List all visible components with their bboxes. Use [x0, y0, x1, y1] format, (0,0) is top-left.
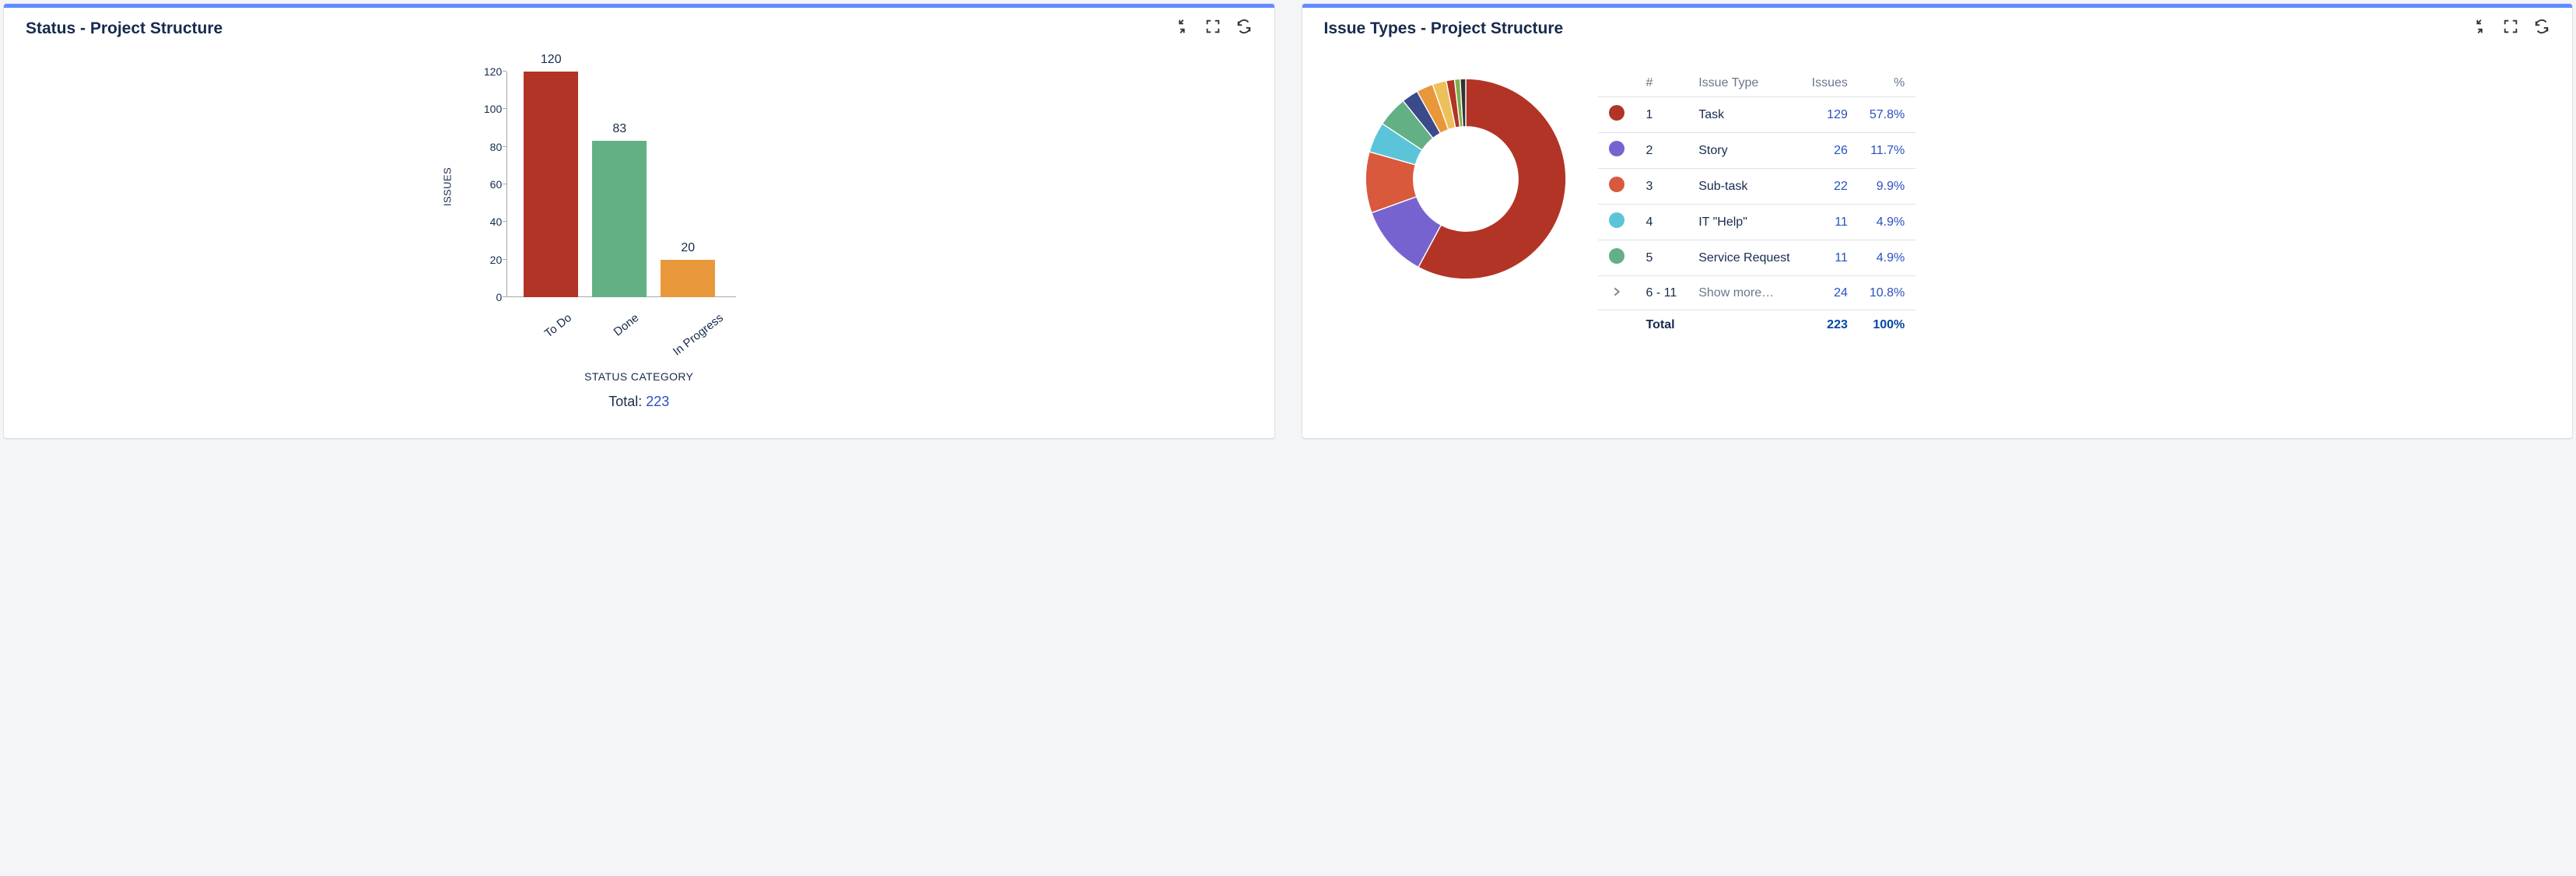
- panel-header: Status - Project Structure: [4, 4, 1274, 47]
- legend-dot: [1609, 177, 1624, 192]
- row-pct[interactable]: 4.9%: [1859, 240, 1915, 276]
- fullscreen-icon[interactable]: [1204, 18, 1221, 39]
- status-panel: Status - Project Structure ISSUES 0 20 40 6…: [3, 3, 1275, 439]
- panel-header: Issue Types - Project Structure: [1302, 4, 2573, 47]
- panel-title: Issue Types - Project Structure: [1324, 19, 1564, 38]
- panel-actions: [1173, 18, 1253, 39]
- table-row[interactable]: 5Service Request114.9%: [1598, 240, 1916, 276]
- row-rank: 4: [1635, 205, 1688, 240]
- row-rank: 5: [1635, 240, 1688, 276]
- row-rank: 1: [1635, 97, 1688, 133]
- col-rank: #: [1635, 70, 1688, 97]
- row-issues[interactable]: 26: [1801, 133, 1859, 169]
- legend-dot: [1609, 141, 1624, 156]
- total-label: Total: [1635, 310, 1801, 341]
- bar-ylabel: ISSUES: [442, 167, 454, 206]
- row-issues[interactable]: 129: [1801, 97, 1859, 133]
- bar-value-label: 120: [541, 53, 562, 67]
- row-type: Sub-task: [1688, 169, 1800, 205]
- row-pct[interactable]: 57.8%: [1859, 97, 1915, 133]
- row-type: Story: [1688, 133, 1800, 169]
- bar-ytick: 20: [471, 254, 502, 266]
- refresh-icon[interactable]: [2533, 18, 2550, 39]
- table-row[interactable]: 2Story2611.7%: [1598, 133, 1916, 169]
- legend-dot: [1609, 105, 1624, 121]
- total-row: Total223100%: [1598, 310, 1916, 341]
- row-issues[interactable]: 22: [1801, 169, 1859, 205]
- panel-actions: [2471, 18, 2550, 39]
- issuetypes-panel: Issue Types - Project Structure: [1302, 3, 2574, 439]
- issuetypes-table: # Issue Type Issues % 1Task12957.8%2Stor…: [1598, 70, 1916, 340]
- bar-ytick: 80: [471, 141, 502, 153]
- bar-item[interactable]: 120To Do: [524, 72, 578, 297]
- legend-dot: [1609, 248, 1624, 264]
- show-more-row[interactable]: 6 - 11Show more…2410.8%: [1598, 276, 1916, 310]
- bar-total-link[interactable]: 223: [646, 394, 669, 409]
- col-pct: %: [1859, 70, 1915, 97]
- bar-category-label: Done: [612, 311, 642, 338]
- collapse-icon[interactable]: [2471, 18, 2488, 39]
- total-issues: 223: [1801, 310, 1859, 341]
- row-issues[interactable]: 11: [1801, 205, 1859, 240]
- panel-title: Status - Project Structure: [26, 19, 223, 38]
- bar-rect: [592, 141, 647, 297]
- bar-value-label: 20: [681, 241, 695, 255]
- row-type: Service Request: [1688, 240, 1800, 276]
- bar-category-label: To Do: [542, 311, 574, 341]
- bar-ytick: 120: [471, 65, 502, 78]
- bar-chart: ISSUES 020406080100120120To Do83Done20In…: [19, 54, 1259, 410]
- table-row[interactable]: 3Sub-task229.9%: [1598, 169, 1916, 205]
- collapse-icon[interactable]: [1173, 18, 1190, 39]
- row-type: Task: [1688, 97, 1800, 133]
- row-pct[interactable]: 11.7%: [1859, 133, 1915, 169]
- col-type: Issue Type: [1688, 70, 1800, 97]
- refresh-icon[interactable]: [1235, 18, 1253, 39]
- panel-body: ISSUES 020406080100120120To Do83Done20In…: [4, 47, 1274, 426]
- bar-value-label: 83: [612, 122, 626, 136]
- fullscreen-icon[interactable]: [2502, 18, 2519, 39]
- bar-ytick: 0: [471, 291, 502, 303]
- bar-category-label: In Progress: [671, 311, 726, 359]
- legend-dot: [1609, 212, 1624, 228]
- bar-ytick: 40: [471, 215, 502, 228]
- table-row[interactable]: 1Task12957.8%: [1598, 97, 1916, 133]
- more-pct[interactable]: 10.8%: [1859, 276, 1915, 310]
- row-rank: 2: [1635, 133, 1688, 169]
- bar-rect: [661, 260, 715, 297]
- bar-ytick: 60: [471, 178, 502, 191]
- row-type: IT "Help": [1688, 205, 1800, 240]
- col-issues: Issues: [1801, 70, 1859, 97]
- chevron-right-icon[interactable]: [1609, 284, 1624, 300]
- bar-ytick: 100: [471, 103, 502, 115]
- bar-xlabel: STATUS CATEGORY: [584, 370, 693, 383]
- bar-item[interactable]: 83Done: [592, 141, 647, 297]
- row-pct[interactable]: 4.9%: [1859, 205, 1915, 240]
- row-rank: 3: [1635, 169, 1688, 205]
- total-pct: 100%: [1859, 310, 1915, 341]
- bar-item[interactable]: 20In Progress: [661, 260, 715, 297]
- row-issues[interactable]: 11: [1801, 240, 1859, 276]
- table-row[interactable]: 4IT "Help"114.9%: [1598, 205, 1916, 240]
- panel-body: # Issue Type Issues % 1Task12957.8%2Stor…: [1302, 47, 2573, 363]
- row-pct[interactable]: 9.9%: [1859, 169, 1915, 205]
- donut-chart: [1357, 70, 1575, 288]
- more-rank: 6 - 11: [1635, 276, 1688, 310]
- more-issues[interactable]: 24: [1801, 276, 1859, 310]
- bar-rect: [524, 72, 578, 297]
- show-more-label[interactable]: Show more…: [1688, 276, 1800, 310]
- bar-total: Total: 223: [608, 394, 669, 410]
